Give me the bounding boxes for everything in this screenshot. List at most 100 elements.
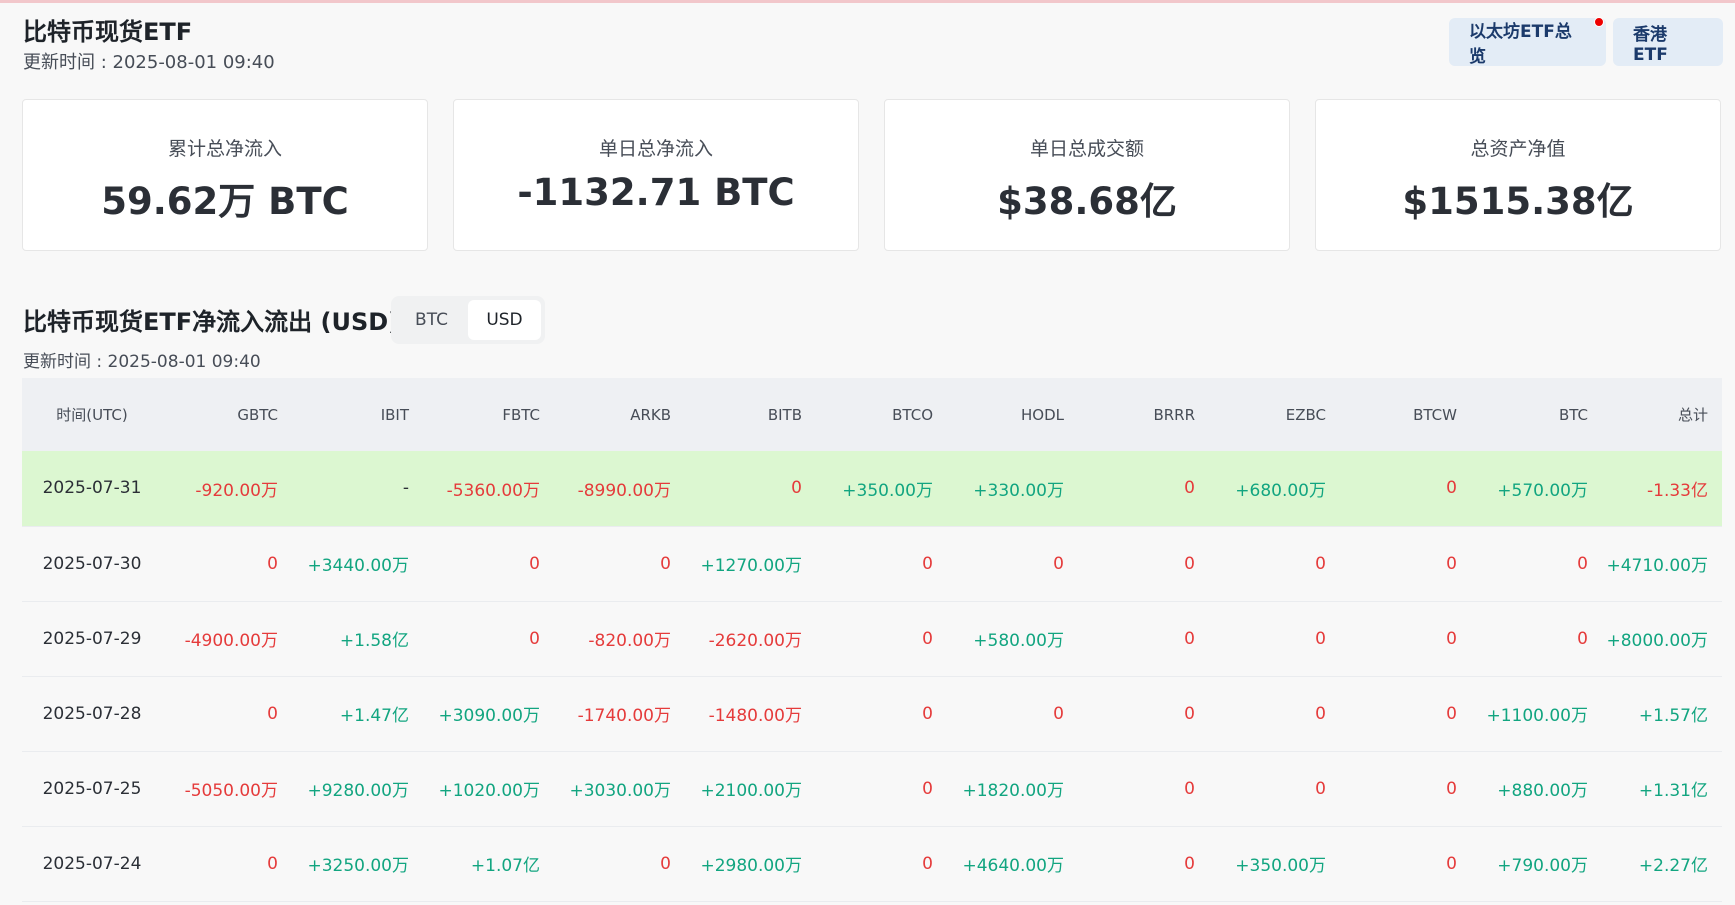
unit-toggle-usd[interactable]: USD — [468, 300, 541, 340]
table-cell: 0 — [267, 703, 278, 724]
table-row: 2025-07-28 0 +1.47亿 +3090.00万 -1740.00万 -1480… — [22, 676, 1722, 751]
unit-toggle: BTC USD — [391, 296, 545, 344]
table-cell: 0 — [1446, 478, 1457, 499]
notification-dot-icon — [1594, 17, 1604, 27]
column-header: ARKB — [630, 405, 671, 424]
table-cell: +1100.00万 — [1486, 706, 1588, 726]
stat-card-value: $1515.38亿 — [1402, 180, 1634, 223]
table-cell: +680.00万 — [1235, 480, 1326, 501]
column-header: 时间(UTC) — [56, 406, 128, 424]
table-cell: 0 — [1577, 628, 1588, 649]
table-cell: 0 — [1053, 553, 1064, 574]
row-date-cell: 2025-07-30 — [42, 553, 142, 574]
column-header: IBIT — [380, 405, 409, 424]
table-cell: +350.00万 — [1235, 856, 1326, 876]
stat-card-label: 单日总净流入 — [598, 138, 713, 160]
table-cell: +3090.00万 — [438, 706, 540, 726]
table-cell: 0 — [1053, 703, 1064, 724]
table-row: 2025-07-25 -5050.00万 +9280.00万 +1020.00万 +30… — [22, 751, 1722, 826]
table-header-row: 时间(UTC) GBTC IBIT FBTC ARKB BITB BTCO HODL BRRR E… — [22, 378, 1722, 451]
stat-card-value: -1132.71 BTC — [517, 171, 795, 214]
stat-cards: 累计总净流入 59.62万 BTC 单日总净流入 -1132.71 BTC 单日… — [22, 99, 1722, 251]
table-cell: 0 — [1184, 853, 1195, 874]
table-cell: 0 — [1446, 628, 1457, 649]
column-header: BTC — [1558, 405, 1588, 424]
hk-etf-label: 香港 ETF — [1633, 24, 1668, 65]
stat-card-label: 总资产净值 — [1470, 138, 1566, 160]
table-body: 2025-07-31 -920.00万 - -5360.00万 -8990.00万 0 +3… — [22, 451, 1722, 901]
table-cell: +1.07亿 — [470, 856, 540, 876]
table-cell: 0 — [1315, 553, 1326, 574]
page-title: 比特币现货ETF — [23, 18, 193, 46]
table-cell: 0 — [922, 628, 933, 649]
table-cell: +880.00万 — [1497, 781, 1588, 801]
table-row: 2025-07-29 -4900.00万 +1.58亿 0 -820.00万 -2620.… — [22, 601, 1722, 676]
page: 比特币现货ETF 更新时间 : 2025-08-01 09:40 以太坊ETF总… — [0, 0, 1735, 905]
table-row: 2025-07-30 0 +3440.00万 0 0 +1270.00万 0 0 0 0 0 0 +47… — [22, 526, 1722, 601]
column-header: BTCW — [1413, 405, 1457, 424]
table-cell: -1.33亿 — [1647, 480, 1708, 501]
row-date-cell: 2025-07-29 — [42, 628, 142, 649]
table-cell: +1.57亿 — [1638, 706, 1708, 726]
table-cell: 0 — [1577, 553, 1588, 574]
stat-card-daily-volume: 单日总成交额 $38.68亿 — [884, 99, 1290, 251]
table-cell: +4710.00万 — [1606, 556, 1708, 576]
table-row: 2025-07-24 0 +3250.00万 +1.07亿 0 +2980.00万 0 +46… — [22, 826, 1722, 901]
stat-card-daily-inflow: 单日总净流入 -1132.71 BTC — [453, 99, 859, 251]
table-cell: 0 — [1446, 553, 1457, 574]
table-row: 2025-07-31 -920.00万 - -5360.00万 -8990.00万 0 +3… — [22, 451, 1722, 526]
table-cell: - — [402, 478, 409, 499]
table-cell: +9280.00万 — [307, 781, 409, 801]
table-cell: -8990.00万 — [577, 480, 671, 501]
stat-card-label: 累计总净流入 — [167, 138, 282, 160]
table-cell: 0 — [1446, 778, 1457, 799]
table-cell: 0 — [1184, 778, 1195, 799]
stat-card-label: 单日总成交额 — [1029, 138, 1144, 160]
table-cell: 0 — [1315, 703, 1326, 724]
top-accent-line — [0, 0, 1735, 3]
column-header: HODL — [1021, 405, 1064, 424]
table-cell: +3250.00万 — [307, 856, 409, 876]
unit-toggle-btc[interactable]: BTC — [395, 300, 468, 340]
table-cell: -920.00万 — [195, 480, 278, 501]
table-cell: +4640.00万 — [962, 856, 1064, 876]
table-cell: 0 — [791, 478, 802, 499]
row-date-cell: 2025-07-28 — [42, 703, 142, 724]
table-cell: 0 — [1184, 703, 1195, 724]
column-header: BRRR — [1153, 405, 1195, 424]
table-cell: +570.00万 — [1497, 480, 1588, 501]
table-cell: 0 — [922, 853, 933, 874]
table-cell: -1480.00万 — [708, 706, 802, 726]
eth-etf-overview-button[interactable]: 以太坊ETF总览 — [1449, 17, 1606, 67]
hk-etf-button[interactable]: 香港 ETF — [1613, 18, 1723, 66]
table-cell: 0 — [660, 553, 671, 574]
table-cell: +330.00万 — [973, 480, 1064, 501]
table-cell: +3440.00万 — [307, 556, 409, 576]
row-date-cell: 2025-07-31 — [42, 478, 142, 499]
table-cell: 0 — [1184, 553, 1195, 574]
table-cell: +2100.00万 — [700, 781, 802, 801]
table-cell: +1270.00万 — [700, 556, 802, 576]
table-cell: 0 — [922, 553, 933, 574]
table-cell: -4900.00万 — [184, 631, 278, 651]
flow-section-update-time: 更新时间 : 2025-08-01 09:40 — [23, 352, 261, 372]
page-update-time: 更新时间 : 2025-08-01 09:40 — [23, 52, 275, 73]
table-cell: 0 — [660, 853, 671, 874]
table-cell: +1.58亿 — [339, 631, 409, 651]
table-cell: 0 — [529, 553, 540, 574]
table-cell: +3030.00万 — [569, 781, 671, 801]
table-cell: 0 — [1446, 853, 1457, 874]
eth-etf-overview-label: 以太坊ETF总览 — [1469, 22, 1572, 67]
table-cell: -820.00万 — [588, 631, 671, 651]
column-header: EZBC — [1285, 405, 1326, 424]
column-header: GBTC — [237, 405, 278, 424]
table-cell: +350.00万 — [842, 480, 933, 501]
table-cell: +580.00万 — [973, 631, 1064, 651]
table-cell: 0 — [1184, 628, 1195, 649]
table-cell: -2620.00万 — [708, 631, 802, 651]
stat-card-cumulative-inflow: 累计总净流入 59.62万 BTC — [22, 99, 428, 251]
table-cell: 0 — [922, 703, 933, 724]
stat-card-value: $38.68亿 — [997, 180, 1177, 223]
column-header: 总计 — [1677, 406, 1708, 424]
table-cell: -1740.00万 — [577, 706, 671, 726]
